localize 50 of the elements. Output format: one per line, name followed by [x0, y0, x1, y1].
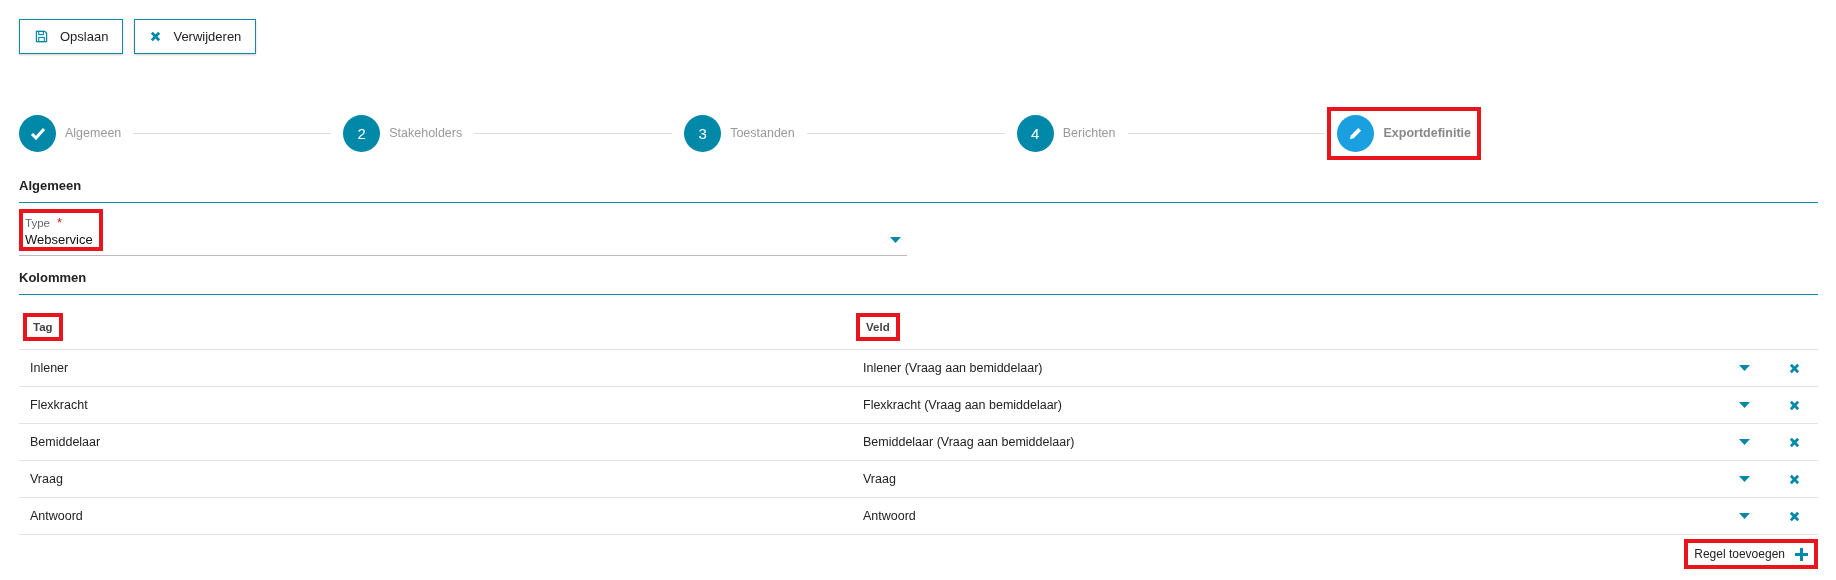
- caret-icon[interactable]: [1738, 365, 1750, 371]
- column-header: Veld: [856, 313, 900, 341]
- step-number: 3: [698, 124, 707, 142]
- step-number: 4: [1031, 124, 1040, 142]
- table-cell: Flexkracht (Vraag aan bemiddelaar): [863, 398, 1062, 412]
- wizard-step[interactable]: 3 Toestanden: [674, 106, 805, 160]
- wizard-step[interactable]: 4 Berichten: [1006, 106, 1126, 160]
- required-marker: *: [56, 215, 62, 230]
- table-cell: Vraag: [30, 472, 63, 486]
- caret-icon[interactable]: [1738, 439, 1750, 445]
- caret-icon[interactable]: [1738, 513, 1750, 519]
- delete-button[interactable]: Verwijderen: [134, 19, 257, 54]
- step-label: Stakeholders: [389, 126, 463, 140]
- step-label: Toestanden: [730, 126, 795, 140]
- table-cell: Flexkracht: [30, 398, 88, 412]
- section-title: Kolommen: [19, 266, 1818, 295]
- pencil-icon: [1348, 125, 1364, 141]
- close-icon[interactable]: [1788, 473, 1800, 485]
- close-icon[interactable]: [1788, 436, 1800, 448]
- caret-icon: [890, 237, 901, 243]
- field-value: Webservice: [25, 232, 93, 247]
- field-label: Type: [25, 217, 50, 229]
- caret-icon[interactable]: [1738, 476, 1750, 482]
- table-cell: Antwoord: [863, 509, 916, 523]
- table-cell: Antwoord: [30, 509, 83, 523]
- column-header: Tag: [23, 313, 63, 341]
- type-select[interactable]: Type * Webservice: [19, 209, 907, 256]
- save-icon: [35, 30, 48, 43]
- check-icon: [29, 126, 46, 140]
- step-label: Exportdefinitie: [1383, 126, 1471, 140]
- wizard-step[interactable]: Exportdefinitie: [1327, 106, 1481, 160]
- section-title: Algemeen: [19, 174, 1818, 203]
- wizard-step[interactable]: 2 Stakeholders: [333, 106, 473, 160]
- close-icon[interactable]: [1788, 362, 1800, 374]
- close-icon[interactable]: [1788, 399, 1800, 411]
- add-row-button[interactable]: Regel toevoegen: [1684, 539, 1818, 569]
- close-icon: [150, 31, 162, 42]
- table-cell: Bemiddelaar: [30, 435, 101, 449]
- table-cell: Inlener: [30, 361, 69, 375]
- wizard-step[interactable]: Algemeen: [9, 106, 132, 160]
- close-icon[interactable]: [1788, 510, 1800, 522]
- caret-icon[interactable]: [1738, 402, 1750, 408]
- plus-icon: [1795, 547, 1808, 561]
- step-label: Berichten: [1062, 126, 1116, 140]
- table-cell: Bemiddelaar (Vraag aan bemiddelaar): [863, 435, 1075, 449]
- save-button[interactable]: Opslaan: [19, 19, 124, 54]
- table-cell: Inlener (Vraag aan bemiddelaar): [863, 361, 1043, 375]
- step-number: 2: [357, 124, 366, 142]
- step-label: Algemeen: [65, 126, 122, 140]
- table-cell: Vraag: [863, 472, 896, 486]
